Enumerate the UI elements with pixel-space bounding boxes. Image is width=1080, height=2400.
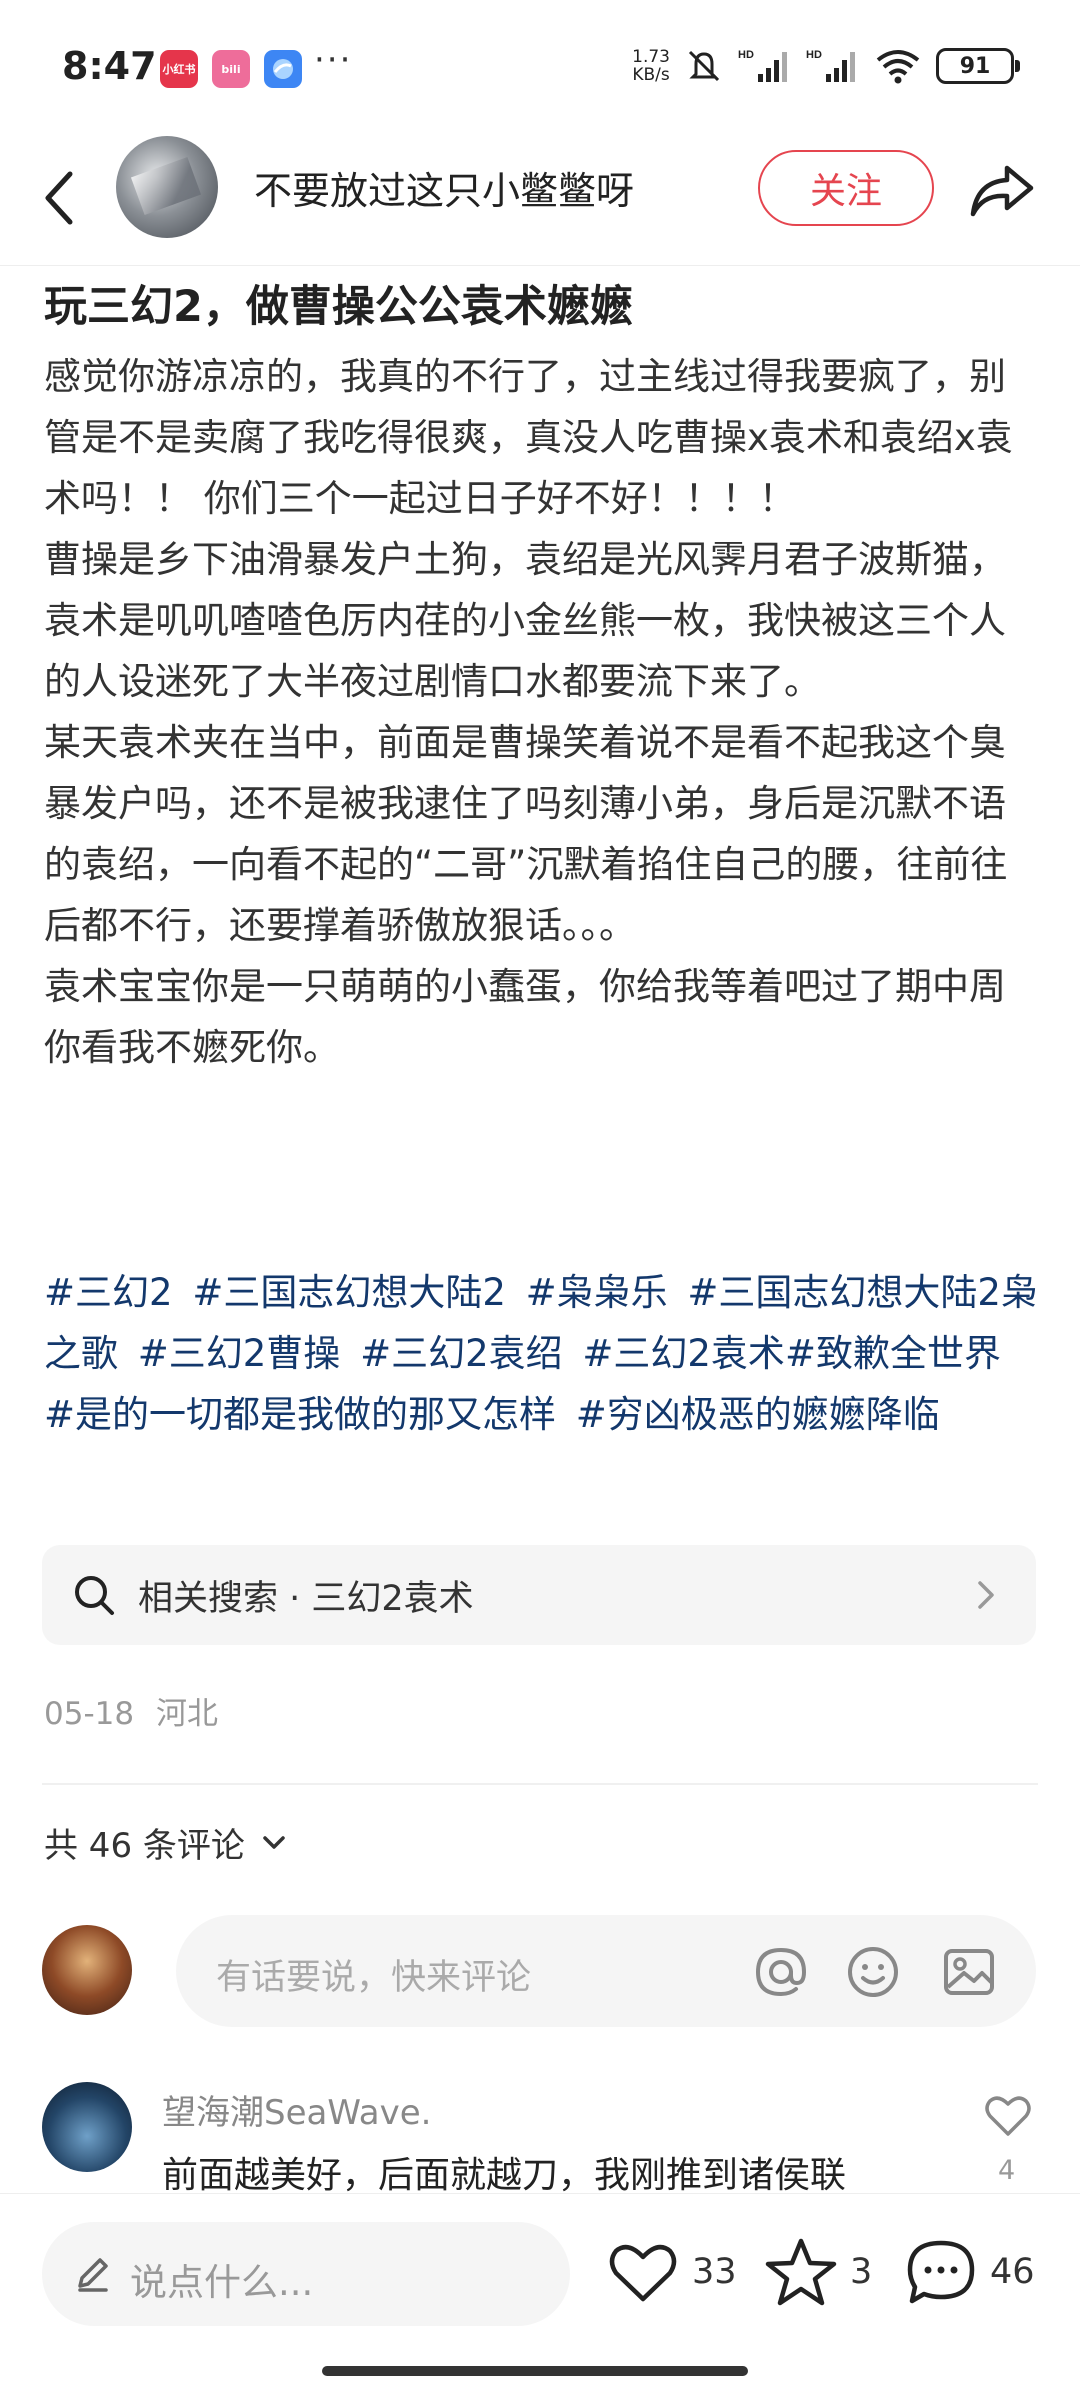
author-name[interactable]: 不要放过这只小鳖鳖呀	[254, 160, 634, 215]
comment-input-placeholder: 有话要说，快来评论	[216, 1958, 532, 1998]
star-icon	[765, 2238, 837, 2306]
comment-avatar[interactable]	[42, 2082, 132, 2172]
signal-hd-icon: HD	[738, 49, 787, 82]
comment-username[interactable]: 望海潮SeaWave.	[162, 2085, 431, 2134]
post-body: 感觉你游凉凉的，我真的不行了，过主线过得我要疯了，别管是不是卖腐了我吃得很爽，真…	[44, 346, 1040, 1078]
hashtag-list: #三幻2 #三国志幻想大陆2 #枭枭乐 #三国志幻想大陆2枭之歌 #三幻2曹操 …	[44, 1262, 1040, 1445]
related-search-label: 相关搜索 · 三幻2袁术	[138, 1578, 474, 1619]
back-button[interactable]	[30, 158, 90, 238]
post-meta: 05-18 河北	[44, 1688, 218, 1733]
bilibili-icon: bili	[212, 50, 250, 88]
divider	[42, 1783, 1038, 1785]
svg-text:HD: HD	[738, 49, 754, 61]
comment-button[interactable]: 46	[904, 2230, 1035, 2314]
comment-bubble-icon	[907, 2240, 975, 2304]
share-button[interactable]	[962, 150, 1042, 230]
comment-text: 前面越美好，后面就越刀，我刚推到诸侯联	[162, 2155, 847, 2196]
wifi-icon	[876, 50, 920, 84]
favorite-button[interactable]: 3	[764, 2230, 872, 2314]
post-paragraph: 某天袁术夹在当中，前面是曹操笑着说不是看不起我这个臭暴发户吗，还不是被我逮住了吗…	[44, 721, 1008, 947]
related-search-bar[interactable]: 相关搜索 · 三幻2袁术	[42, 1545, 1036, 1645]
hashtag-link[interactable]: #三幻2袁绍	[360, 1332, 563, 1375]
bottom-action-bar: 说点什么... 33 3 46	[0, 2193, 1080, 2400]
chevron-left-icon	[45, 171, 73, 225]
mention-icon[interactable]	[752, 1943, 810, 2001]
network-speed-value: 1.73	[632, 47, 670, 67]
share-icon	[970, 165, 1034, 217]
follow-button[interactable]: 关注	[758, 150, 934, 226]
comment-input[interactable]: 有话要说，快来评论	[176, 1915, 1036, 2027]
more-notifications-icon: ···	[314, 40, 353, 80]
like-button[interactable]: 33	[606, 2230, 737, 2314]
post-title: 玩三幻2，做曹操公公袁术嬷嬷	[44, 282, 633, 332]
image-icon[interactable]	[940, 1943, 998, 2001]
post-paragraph: 感觉你游凉凉的，我真的不行了，过主线过得我要疯了，别管是不是卖腐了我吃得很爽，真…	[44, 355, 1013, 520]
status-bar: 8:47 小红书 bili ··· 1.73 KB/s HD HD 91	[0, 0, 1080, 130]
comment-like-count: 4	[998, 2155, 1016, 2186]
battery-indicator: 91	[936, 48, 1020, 84]
network-speed-unit: KB/s	[632, 65, 670, 85]
comment-count: 46	[990, 2252, 1035, 2292]
hashtag-link[interactable]: #致歉全世界	[785, 1332, 1001, 1375]
hashtag-link[interactable]: #枭枭乐	[526, 1271, 668, 1314]
heart-icon	[609, 2244, 677, 2302]
home-indicator[interactable]	[322, 2366, 748, 2376]
network-speed: 1.73 KB/s	[632, 48, 670, 84]
mute-icon	[688, 50, 720, 82]
say-something-input[interactable]: 说点什么...	[42, 2222, 570, 2326]
say-something-placeholder: 说点什么...	[130, 2261, 314, 2304]
hashtag-link[interactable]: #三国志幻想大陆2	[192, 1271, 506, 1314]
emoji-icon[interactable]	[844, 1943, 902, 2001]
like-count: 33	[692, 2252, 737, 2292]
svg-text:HD: HD	[806, 49, 822, 61]
status-time: 8:47	[62, 44, 157, 88]
heart-icon[interactable]	[982, 2090, 1034, 2142]
xiaohongshu-icon: 小红书	[160, 50, 198, 88]
post-paragraph: 曹操是乡下油滑暴发户土狗，袁绍是光风霁月君子波斯猫，袁术是叽叽喳喳色厉内荏的小金…	[44, 538, 1006, 703]
browser-icon	[264, 50, 302, 88]
author-avatar[interactable]	[116, 136, 218, 238]
current-user-avatar	[42, 1925, 132, 2015]
favorite-count: 3	[850, 2252, 873, 2292]
comment-count-label: 共 46 条评论	[44, 1826, 245, 1866]
pen-icon	[78, 2258, 108, 2292]
hashtag-link[interactable]: #三幻2袁术	[582, 1332, 785, 1375]
search-icon	[75, 1576, 114, 1615]
post-location: 河北	[155, 1696, 218, 1732]
comment-count-toggle[interactable]: 共 46 条评论	[44, 1818, 287, 1867]
post-header: 不要放过这只小鳖鳖呀 关注	[0, 130, 1080, 266]
hashtag-link[interactable]: #三幻2	[44, 1271, 173, 1314]
post-date: 05-18	[44, 1696, 135, 1732]
chevron-down-icon	[263, 1835, 285, 1849]
hashtag-link[interactable]: #穷凶极恶的嬷嬷降临	[576, 1393, 940, 1436]
signal-hd-icon-2: HD	[806, 49, 855, 82]
hashtag-link[interactable]: #是的一切都是我做的那又怎样	[44, 1393, 556, 1436]
hashtag-link[interactable]: #三幻2曹操	[138, 1332, 341, 1375]
chevron-right-icon	[978, 1581, 994, 1609]
post-paragraph: 袁术宝宝你是一只萌萌的小蠢蛋，你给我等着吧过了期中周你看我不嬷死你。	[44, 965, 1006, 1069]
status-indicators: 1.73 KB/s HD HD 91	[632, 46, 1020, 86]
